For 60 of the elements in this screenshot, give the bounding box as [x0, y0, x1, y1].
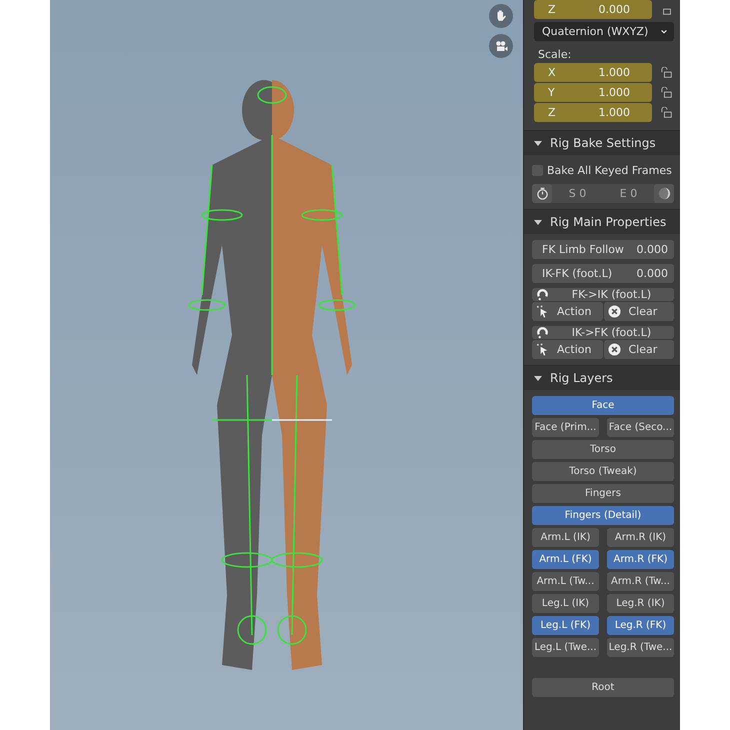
snap-button[interactable]: IK->FK (foot.L) — [532, 326, 674, 339]
layer-toggle[interactable]: Face (Seco... — [607, 418, 674, 437]
layer-toggle[interactable]: Face (Prim... — [532, 418, 599, 437]
close-icon — [608, 343, 620, 356]
chevron-icon — [660, 28, 668, 36]
viewport-background[interactable] — [50, 0, 523, 730]
magnet-icon — [536, 326, 549, 339]
expanded-icon — [534, 139, 542, 147]
number-field[interactable]: IK-FK (foot.L) 0.000 — [532, 264, 674, 283]
layer-toggle[interactable]: Torso — [532, 440, 674, 459]
scale-label: Scale: — [537, 47, 572, 63]
layer-toggle[interactable]: Arm.R (IK) — [607, 528, 674, 547]
layer-toggle[interactable]: Fingers (Detail) — [532, 506, 674, 525]
panel-header[interactable]: Rig Bake Settings — [524, 130, 680, 155]
layer-toggle[interactable]: Face — [532, 396, 674, 415]
layer-toggle[interactable]: Torso (Tweak) — [532, 462, 674, 481]
layer-toggle[interactable]: Leg.R (IK) — [607, 594, 674, 613]
clear-button[interactable]: Clear — [604, 302, 674, 321]
layer-toggle[interactable]: Arm.R (Tw... — [607, 572, 674, 591]
checkbox-label: Bake All Keyed Frames — [547, 164, 672, 176]
expanded-icon — [534, 374, 542, 382]
layer-toggle[interactable]: Arm.L (IK) — [532, 528, 599, 547]
clear-button[interactable]: Clear — [604, 340, 674, 359]
layer-toggle[interactable]: Leg.L (FK) — [532, 616, 599, 635]
expanded-icon — [534, 218, 542, 226]
cursor-icon — [536, 305, 549, 318]
unlocked-icon[interactable] — [660, 106, 674, 118]
stopwatch-icon[interactable] — [532, 184, 552, 203]
layer-toggle[interactable]: Leg.L (Twe... — [532, 638, 599, 657]
checkbox[interactable] — [532, 164, 543, 176]
unlocked-icon[interactable] — [660, 86, 674, 98]
scale-field[interactable]: Z 1.000 — [534, 103, 652, 122]
number-field[interactable]: FK Limb Follow 0.000 — [532, 240, 674, 259]
layer-toggle[interactable]: Arm.R (FK) — [607, 550, 674, 569]
layer-toggle[interactable]: Leg.L (IK) — [532, 594, 599, 613]
start-frame-field[interactable]: S 0 — [552, 187, 603, 200]
toggle-icon[interactable] — [654, 184, 674, 203]
snap-button[interactable]: FK->IK (foot.L) — [532, 288, 674, 301]
panel-header[interactable]: Rig Layers — [524, 365, 680, 390]
unlocked-icon[interactable] — [660, 66, 674, 78]
scale-field[interactable]: X 1.000 — [534, 63, 652, 82]
panel-header[interactable]: Rig Main Properties — [524, 209, 680, 234]
close-icon — [608, 305, 620, 318]
end-frame-field[interactable]: E 0 — [603, 187, 654, 200]
layer-toggle[interactable]: Fingers — [532, 484, 674, 503]
rotation-z-field[interactable]: Z 0.000 — [534, 0, 652, 19]
camera-icon[interactable] — [489, 34, 513, 58]
rotation-mode-dropdown[interactable]: Quaternion (WXYZ) — [534, 22, 674, 41]
layer-toggle[interactable]: Root — [532, 678, 674, 697]
scale-field[interactable]: Y 1.000 — [534, 83, 652, 102]
bake-checkbox[interactable]: Bake All Keyed Frames — [532, 161, 674, 179]
action-button[interactable]: Action — [532, 302, 602, 321]
magnet-icon — [536, 288, 549, 301]
layer-toggle[interactable]: Arm.L (FK) — [532, 550, 599, 569]
layer-toggle[interactable]: Leg.R (FK) — [607, 616, 674, 635]
layer-toggle[interactable]: Arm.L (Tw... — [532, 572, 599, 591]
hand-icon[interactable] — [489, 4, 513, 28]
action-button[interactable]: Action — [532, 340, 602, 359]
cursor-icon — [536, 343, 549, 356]
layer-toggle[interactable]: Leg.R (Twe... — [607, 638, 674, 657]
